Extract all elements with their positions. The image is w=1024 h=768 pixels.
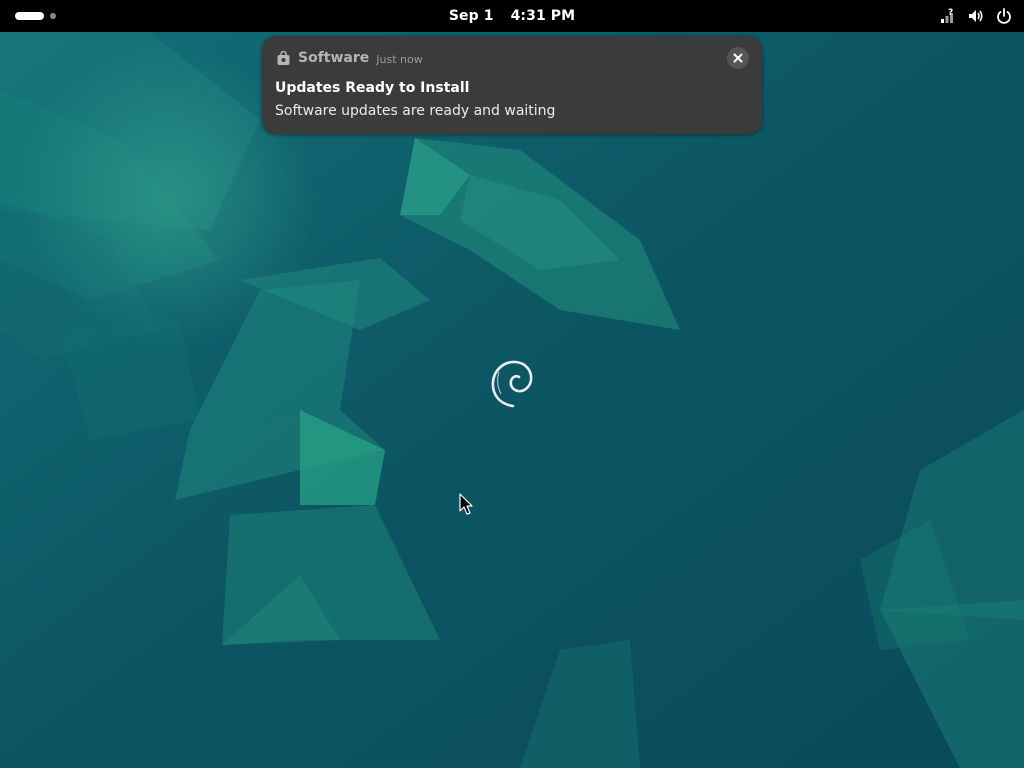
network-unknown-icon: ? bbox=[941, 8, 953, 23]
clock-date: Sep 1 bbox=[448, 8, 494, 24]
volume-icon bbox=[969, 10, 983, 22]
svg-text:?: ? bbox=[948, 8, 953, 18]
software-bag-icon bbox=[277, 50, 290, 65]
top-bar: Sep 1 4:31 PM ? bbox=[0, 0, 1024, 32]
active-workspace-indicator bbox=[15, 12, 44, 20]
notification-close-button[interactable] bbox=[727, 47, 749, 69]
notification-title: Updates Ready to Install bbox=[275, 80, 470, 96]
notification-header: Software Just now bbox=[276, 49, 423, 67]
mouse-pointer-icon bbox=[459, 493, 473, 515]
desktop[interactable]: Sep 1 4:31 PM ? Software Just now Update… bbox=[0, 0, 1024, 768]
clock-time: 4:31 PM bbox=[510, 8, 576, 24]
system-menu-button[interactable]: ? bbox=[934, 3, 1018, 29]
notification-body: Software updates are ready and waiting bbox=[275, 103, 556, 119]
notification-timestamp: Just now bbox=[376, 52, 423, 66]
clock-button[interactable]: Sep 1 4:31 PM bbox=[445, 3, 579, 29]
notification-app-name: Software bbox=[298, 50, 370, 66]
close-icon bbox=[733, 53, 743, 63]
activities-button[interactable] bbox=[8, 4, 60, 28]
notification-banner[interactable]: Software Just now Updates Ready to Insta… bbox=[262, 36, 762, 134]
workspace-dot bbox=[50, 13, 56, 19]
debian-swirl-logo bbox=[491, 360, 533, 408]
power-icon bbox=[997, 8, 1011, 24]
